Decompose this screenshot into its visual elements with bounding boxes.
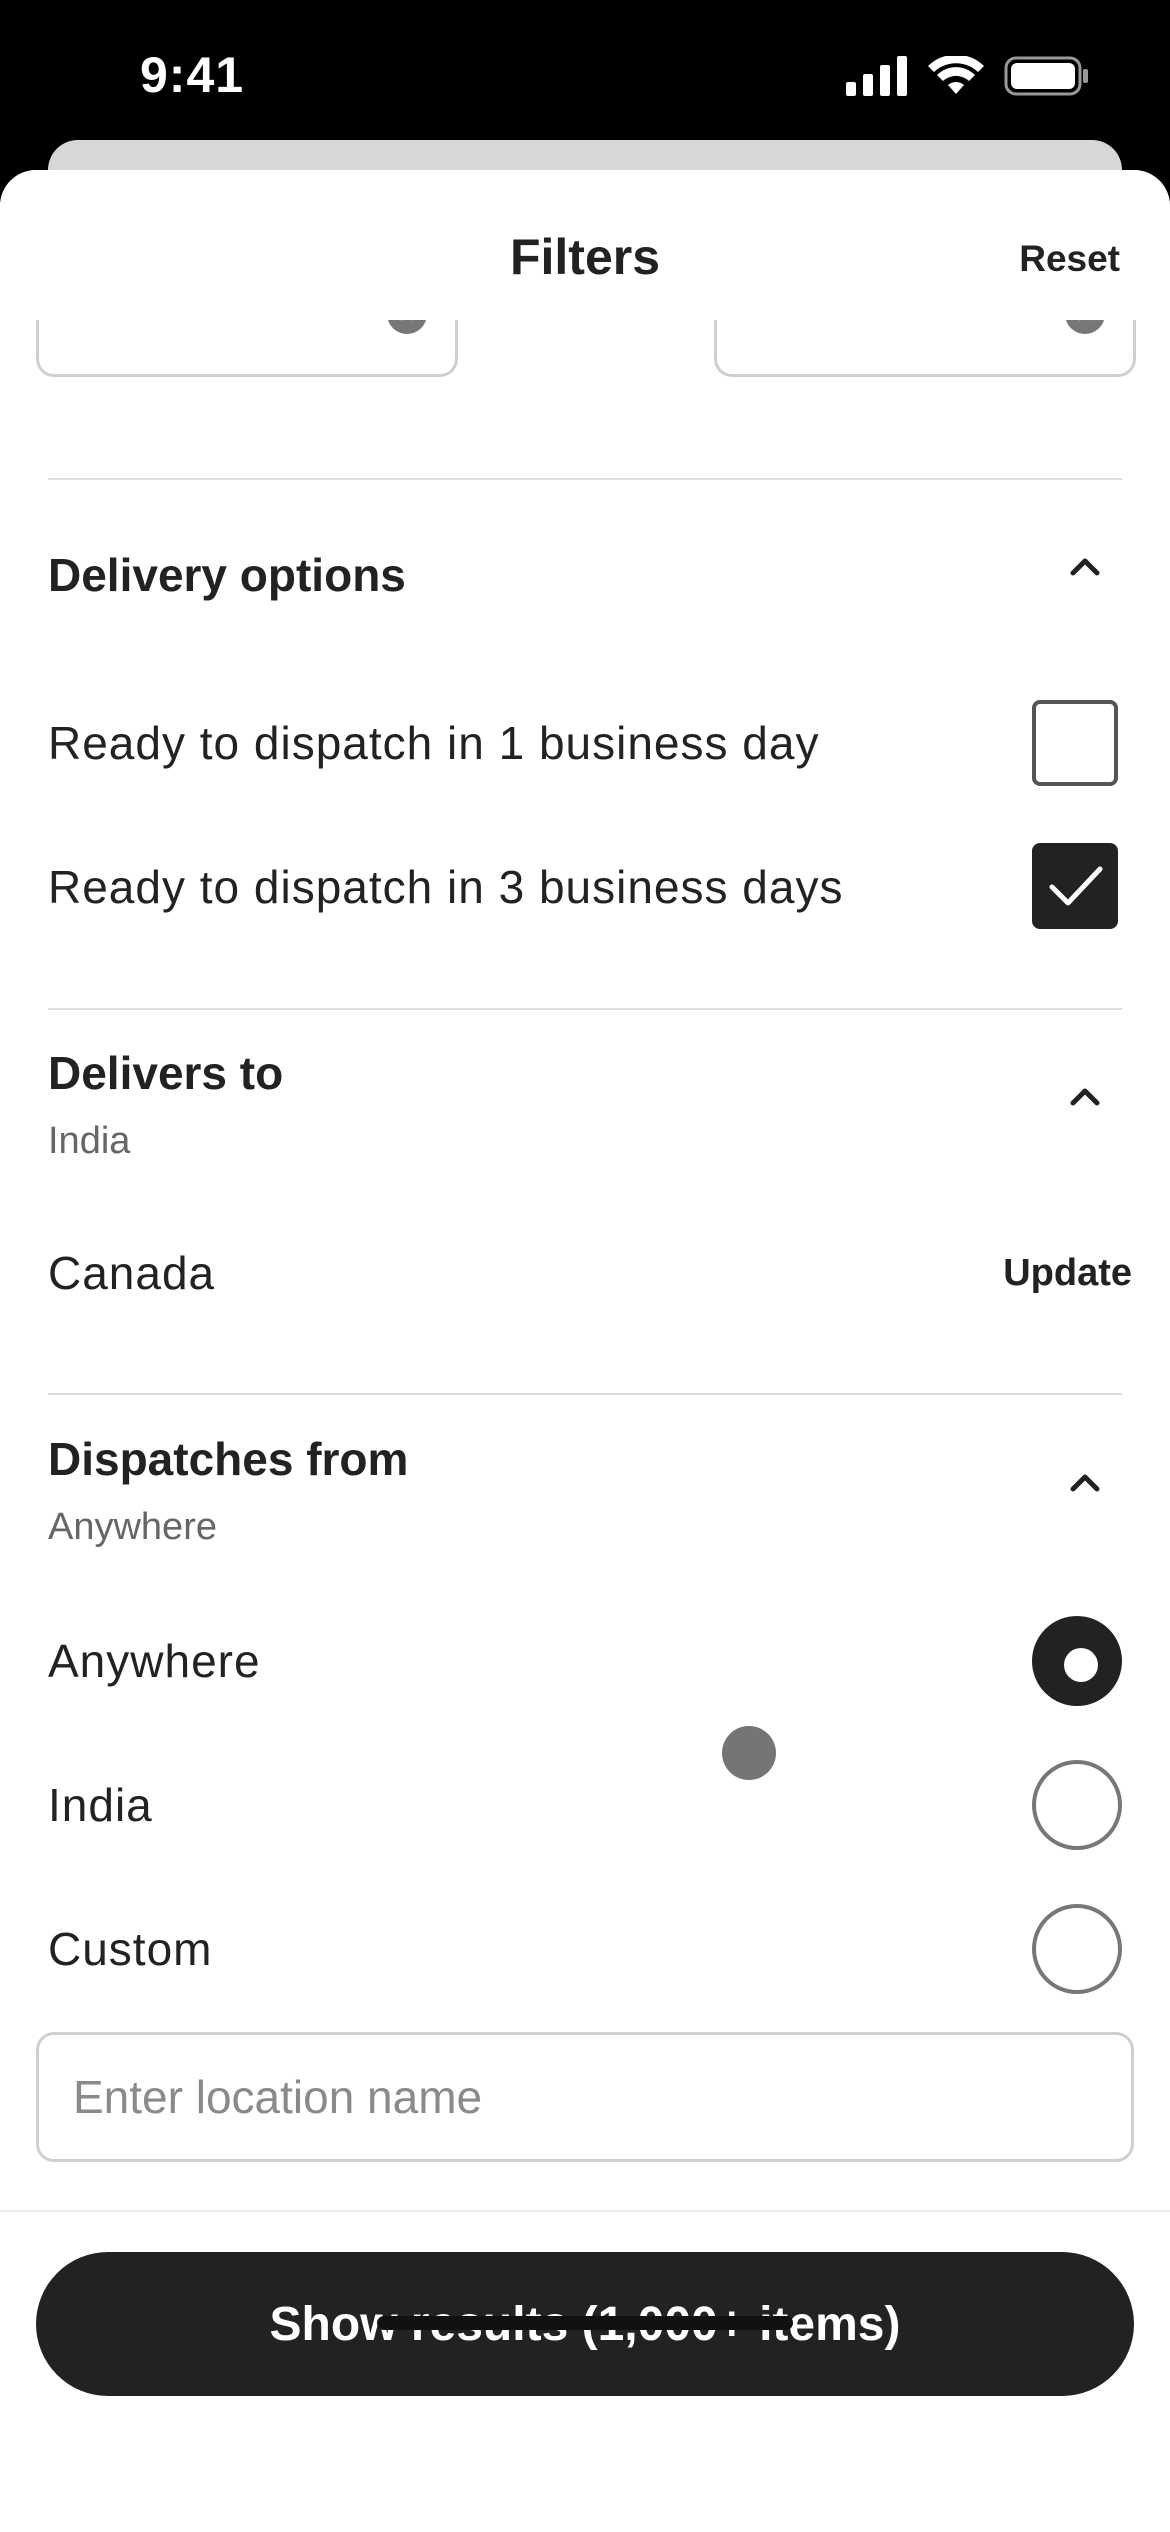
india-radio[interactable] [1032, 1760, 1122, 1850]
reset-button[interactable]: Reset [1019, 238, 1120, 280]
dispatch-1-day-checkbox[interactable] [1032, 700, 1118, 786]
location-name-input[interactable] [36, 2032, 1134, 2162]
dispatch-option-label: Anywhere [48, 1635, 261, 1687]
divider [48, 1393, 1122, 1395]
battery-icon [1004, 56, 1088, 96]
anywhere-radio[interactable] [1032, 1616, 1122, 1706]
delivery-option-label: Ready to dispatch in 3 business days [48, 861, 844, 913]
dispatches-from-title[interactable]: Dispatches from [48, 1432, 408, 1486]
dispatch-option-label: India [48, 1779, 153, 1831]
chevron-up-icon[interactable] [1065, 1462, 1105, 1502]
chevron-up-icon[interactable] [1065, 546, 1105, 586]
wifi-icon [928, 56, 984, 94]
status-icons [846, 56, 1090, 96]
filters-sheet: 200 × to 10000 × Filters Reset Delivery … [0, 170, 1170, 2532]
divider [48, 478, 1122, 480]
status-time: 9:41 [140, 47, 245, 103]
divider [48, 1008, 1122, 1010]
update-button[interactable]: Update [1003, 1252, 1132, 1295]
delivers-to-subtitle: India [48, 1120, 131, 1162]
signal-icon [846, 56, 907, 96]
touch-indicator [722, 1726, 776, 1780]
checkmark-icon [1049, 866, 1103, 906]
custom-radio[interactable] [1032, 1904, 1122, 1994]
status-bar: 9:41 [0, 0, 1170, 160]
sheet-header: Filters Reset [0, 170, 1170, 320]
delivery-options-title[interactable]: Delivery options [48, 548, 406, 602]
dispatch-3-days-checkbox[interactable] [1032, 843, 1118, 929]
delivers-to-country: Canada [48, 1247, 216, 1299]
dispatch-option-label: Custom [48, 1923, 213, 1975]
chevron-up-icon[interactable] [1065, 1076, 1105, 1116]
delivers-to-title[interactable]: Delivers to [48, 1046, 283, 1100]
page-title: Filters [509, 229, 661, 285]
delivery-option-label: Ready to dispatch in 1 business day [48, 717, 820, 769]
sheet-footer: Show results (1,000+ items) [0, 2210, 1170, 2532]
home-indicator[interactable] [377, 2316, 793, 2330]
dispatches-from-subtitle: Anywhere [48, 1506, 217, 1548]
